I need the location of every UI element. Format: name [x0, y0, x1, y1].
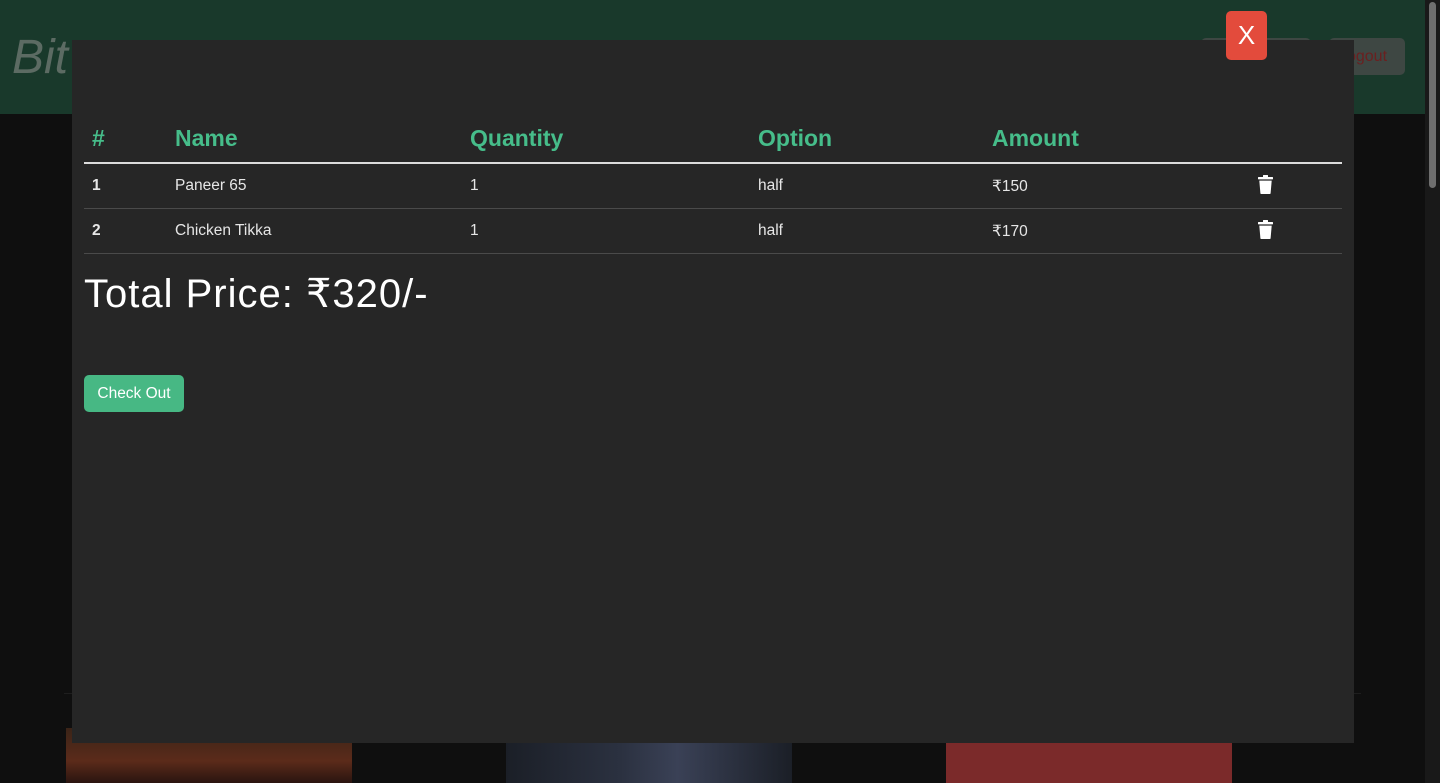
column-header-name: Name: [167, 114, 462, 164]
column-header-amount: Amount: [984, 114, 1250, 164]
brand-logo[interactable]: Bit: [12, 30, 68, 85]
close-modal-button[interactable]: X: [1226, 11, 1267, 60]
item-quantity: 1: [462, 208, 750, 254]
column-header-quantity: Quantity: [462, 114, 750, 164]
row-index: 1: [84, 163, 167, 209]
item-name: Chicken Tikka: [167, 208, 462, 254]
cart-table: # Name Quantity Option Amount 1 Paneer 6…: [84, 114, 1342, 254]
item-amount: ₹150: [984, 163, 1250, 209]
row-index: 2: [84, 208, 167, 254]
table-row: 2 Chicken Tikka 1 half ₹170: [84, 208, 1342, 254]
item-name: Paneer 65: [167, 163, 462, 209]
item-option: half: [750, 208, 984, 254]
table-row: 1 Paneer 65 1 half ₹150: [84, 163, 1342, 209]
trash-icon[interactable]: [1258, 174, 1273, 194]
total-price: Total Price: ₹320/-: [84, 272, 429, 316]
scrollbar-thumb[interactable]: [1429, 2, 1436, 188]
table-header-row: # Name Quantity Option Amount: [84, 114, 1342, 164]
column-header-option: Option: [750, 114, 984, 164]
item-amount: ₹170: [984, 208, 1250, 254]
checkout-button[interactable]: Check Out: [84, 375, 184, 412]
delete-cell: [1250, 208, 1342, 254]
trash-icon[interactable]: [1258, 219, 1273, 239]
item-option: half: [750, 163, 984, 209]
column-header-index: #: [84, 114, 167, 164]
delete-cell: [1250, 163, 1342, 209]
column-header-actions: [1250, 114, 1342, 164]
item-quantity: 1: [462, 163, 750, 209]
